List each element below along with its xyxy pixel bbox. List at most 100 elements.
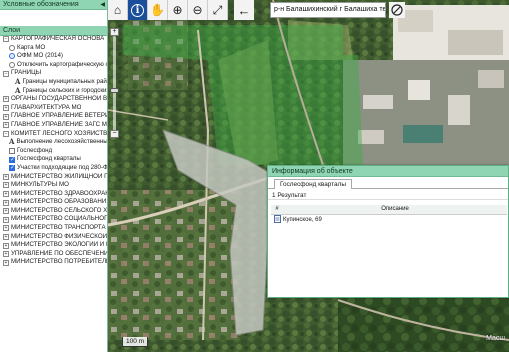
column-header-description: Описание <box>283 205 507 215</box>
table-row[interactable]: Купинское, 69 <box>271 214 507 226</box>
address-search-input[interactable]: р-н Балашихинский г Балашиха тер м <box>270 2 386 18</box>
layers-title: Слои <box>3 27 21 34</box>
map-attribution: Масш <box>486 335 505 342</box>
layer-row[interactable]: AГраницы сельских и городских по <box>0 87 107 96</box>
layer-row[interactable]: +МИНИСТЕРСТВО СОЦИАЛЬНОГО РАЗВИ <box>0 215 107 224</box>
zoom-slider-minus-icon[interactable]: − <box>110 130 119 138</box>
layer-row[interactable]: +МИНИСТЕРСТВО ФИЗИЧЕСКОЙ КУЛЬТУ <box>0 233 107 242</box>
zoom-out-button[interactable]: ⊖ <box>188 0 208 20</box>
zoom-slider-track[interactable] <box>113 36 116 132</box>
layer-row[interactable]: Отключить картографическую осно <box>0 61 107 70</box>
legend-panel-title: Условные обозначения <box>3 1 79 8</box>
row-doc-icon[interactable] <box>271 214 283 226</box>
app-window: Условные обозначения ◀ Слои − КАРТОГРАФИЧ… <box>0 0 509 352</box>
layer-row[interactable]: AГраницы муниципальных районо <box>0 78 107 87</box>
zoom-slider-handle[interactable] <box>110 88 119 93</box>
layer-row[interactable]: + ГЛАВАРХИТЕКТУРА МО <box>0 104 107 113</box>
layer-tree: − КАРТОГРАФИЧЕСКАЯ ОСНОВА Карта МО ОФМ МО (… <box>0 35 107 352</box>
expand-icon[interactable]: + <box>3 208 9 215</box>
layer-row[interactable]: − ГРАНИЦЫ <box>0 69 107 78</box>
expand-icon[interactable]: + <box>3 233 9 240</box>
layer-row[interactable]: + ГЛАВНОЕ УПРАВЛЕНИЕ ЗАГС МО <box>0 121 107 130</box>
layer-row[interactable]: +МИНИСТЕРСТВО ЗДРАВООХРАНЕНИЯ М <box>0 190 107 199</box>
layer-label: ОРГАНЫ ГОСУДАРСТВЕННОЙ ВЛАСТИ М <box>11 95 107 103</box>
layer-label: МИНИСТЕРСТВО СОЦИАЛЬНОГО РАЗВИ <box>11 215 107 223</box>
pan-hand-icon: ✋ <box>150 3 165 17</box>
layer-checkbox[interactable] <box>9 148 15 155</box>
layer-label: Гослесфонд кварталы <box>17 155 81 163</box>
full-extent-button[interactable]: ⤢ <box>208 0 228 20</box>
layer-row[interactable]: +МИНИСТЕРСТВО ОБРАЗОВАНИЯ МО <box>0 198 107 207</box>
scale-bar: 100 m <box>122 337 149 347</box>
pan-hand-button[interactable]: ✋ <box>148 0 168 20</box>
layer-row[interactable]: − КАРТОГРАФИЧЕСКАЯ ОСНОВА <box>0 35 107 44</box>
collapse-icon[interactable]: ◀ <box>100 0 105 10</box>
legend-panel: Условные обозначения ◀ Слои − КАРТОГРАФИЧ… <box>0 0 108 352</box>
layer-row[interactable]: −КОМИТЕТ ЛЕСНОГО ХОЗЯЙСТВА МО <box>0 130 107 139</box>
layer-label: МИНКУЛЬТУРЫ МО <box>11 181 69 189</box>
layer-label: ГЛАВНОЕ УПРАВЛЕНИЕ ЗАГС МО <box>11 120 107 128</box>
expand-icon[interactable]: + <box>3 173 9 180</box>
expand-icon[interactable]: + <box>3 216 9 223</box>
layer-checkbox[interactable] <box>9 164 15 173</box>
expand-icon[interactable]: + <box>3 182 9 189</box>
basemap-radio[interactable] <box>9 62 15 69</box>
layer-label: МИНИСТЕРСТВО ПОТРЕБИТЕЛЬСКОГО РЫ <box>11 258 107 266</box>
layer-label: КОМИТЕТ ЛЕСНОГО ХОЗЯЙСТВА МО <box>11 129 107 137</box>
layer-label: МИНИСТЕРСТВО ЖИЛИЩНОЙ ПОЛИТИКИ <box>11 172 107 180</box>
info-window-title[interactable]: Информация об объекте <box>268 166 508 177</box>
expand-icon[interactable]: + <box>3 105 9 112</box>
legend-symbol-icon: A <box>15 86 21 95</box>
layer-row[interactable]: +МИНИСТЕРСТВО ТРАНСПОРТА И ДОРОЖ <box>0 224 107 233</box>
legend-panel-header[interactable]: Условные обозначения ◀ <box>0 0 107 10</box>
layer-row[interactable]: + МИНКУЛЬТУРЫ МО <box>0 181 107 190</box>
collapse-group-icon[interactable]: − <box>3 130 9 137</box>
back-arrow-button[interactable]: ← <box>234 0 254 20</box>
collapse-group-icon[interactable]: − <box>3 36 9 43</box>
layer-row[interactable]: +УПРАВЛЕНИЕ ПО ОБЕСПЕЧЕНИЮ ДЕЯТЕЛ <box>0 250 107 259</box>
layer-row[interactable]: +МИНИСТЕРСТВО ЖИЛИЩНОЙ ПОЛИТИКИ <box>0 173 107 182</box>
layer-row[interactable]: +ОРГАНЫ ГОСУДАРСТВЕННОЙ ВЛАСТИ М <box>0 95 107 104</box>
expand-icon[interactable]: + <box>3 242 9 249</box>
expand-icon[interactable]: + <box>3 259 9 266</box>
layer-row[interactable]: +МИНИСТЕРСТВО ПОТРЕБИТЕЛЬСКОГО РЫ <box>0 258 107 267</box>
clear-icon <box>391 4 403 16</box>
expand-icon[interactable]: + <box>3 96 9 103</box>
layer-label: МИНИСТЕРСТВО ЗДРАВООХРАНЕНИЯ М <box>11 189 107 197</box>
collapse-group-icon[interactable]: − <box>3 70 9 77</box>
expand-icon[interactable]: + <box>3 225 9 232</box>
expand-icon[interactable]: + <box>3 199 9 206</box>
basemap-radio[interactable] <box>9 53 15 60</box>
layer-row[interactable]: Гослесфонд <box>0 147 107 156</box>
expand-icon[interactable]: + <box>3 190 9 197</box>
layer-row[interactable]: A Выполнение лесохозяйственных <box>0 138 107 147</box>
layer-label: Границы муниципальных районо <box>22 77 107 85</box>
clear-search-button[interactable] <box>389 2 405 18</box>
expand-icon[interactable]: + <box>3 251 9 258</box>
layer-label: МИНИСТЕРСТВО ФИЗИЧЕСКОЙ КУЛЬТУ <box>11 232 107 240</box>
layer-row[interactable]: Участки подходящие под 280-ФЗ <box>0 164 107 173</box>
layer-row[interactable]: Карта МО <box>0 44 107 53</box>
basemap-radio[interactable] <box>9 44 15 51</box>
layer-checkbox[interactable] <box>9 156 15 164</box>
layer-label: Границы сельских и городских по <box>22 86 107 94</box>
layer-row[interactable]: +МИНИСТЕРСТВО ЭКОЛОГИИ И ПРИРОДО <box>0 241 107 250</box>
zoom-in-button[interactable]: ⊕ <box>168 0 188 20</box>
map-view[interactable]: ⌂ i ✋ ⊕ ⊖ ⤢ ← р-н Балашихинский г Балашиха те… <box>108 0 509 352</box>
home-button[interactable]: ⌂ <box>108 0 128 20</box>
expand-icon[interactable]: + <box>3 113 9 120</box>
expand-icon[interactable]: + <box>3 122 9 129</box>
layer-label: МИНИСТЕРСТВО ТРАНСПОРТА И ДОРОЖ <box>11 224 107 232</box>
zoom-slider-plus-icon[interactable]: + <box>110 28 119 36</box>
tab-goslesfond-kvartaly[interactable]: Гослесфонд кварталы <box>274 179 352 189</box>
layer-row[interactable]: Гослесфонд кварталы <box>0 155 107 164</box>
layer-row[interactable]: ОФМ МО (2014) <box>0 52 107 61</box>
layer-row[interactable]: +МИНИСТЕРСТВО СЕЛЬСКОГО ХОЗЯЙСТ <box>0 207 107 216</box>
layer-row[interactable]: +ГЛАВНОЕ УПРАВЛЕНИЕ ВЕТЕРИНАРИИ <box>0 112 107 121</box>
legend-symbol-icon: A <box>15 77 21 86</box>
zoom-slider[interactable]: + − <box>110 28 119 138</box>
results-table: # Описание Купинское, 69 <box>271 205 507 226</box>
info-button[interactable]: i <box>128 0 148 20</box>
row-description: Купинское, 69 <box>283 217 322 224</box>
layer-label: МИНИСТЕРСТВО ЭКОЛОГИИ И ПРИРОДО <box>11 241 107 249</box>
